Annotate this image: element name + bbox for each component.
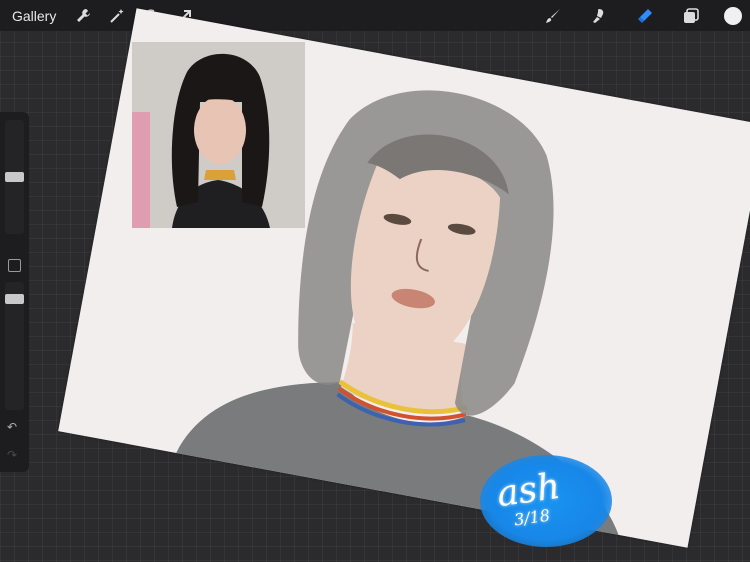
brush-size-slider[interactable] [5, 120, 24, 234]
color-icon[interactable] [724, 6, 742, 25]
adjustments-button[interactable] [106, 5, 128, 27]
layers-button[interactable] [680, 5, 702, 27]
eraser-button[interactable] [634, 5, 656, 27]
left-sidebar: ↶ ↷ [0, 112, 29, 472]
redo-icon[interactable]: ↷ [7, 448, 17, 462]
opacity-thumb[interactable] [5, 294, 24, 304]
reference-photo[interactable] [132, 42, 305, 228]
layers-icon [684, 7, 699, 23]
signature-date: 3/18 [512, 505, 552, 530]
smudge-button[interactable] [588, 5, 610, 27]
wrench-icon [77, 8, 91, 22]
modify-button[interactable] [8, 259, 21, 272]
brush-size-thumb[interactable] [5, 172, 24, 182]
right-tool-group [530, 0, 750, 31]
top-toolbar: Gallery [0, 0, 750, 31]
brush-icon [546, 8, 560, 23]
actions-button[interactable] [72, 5, 94, 27]
reference-image [132, 42, 305, 228]
gallery-button[interactable]: Gallery [12, 8, 56, 24]
eraser-icon [638, 8, 652, 23]
magic-wand-icon [110, 8, 124, 23]
smudge-icon [593, 8, 604, 23]
undo-icon[interactable]: ↶ [7, 420, 17, 434]
opacity-slider[interactable] [5, 282, 24, 410]
brush-button[interactable] [542, 5, 564, 27]
